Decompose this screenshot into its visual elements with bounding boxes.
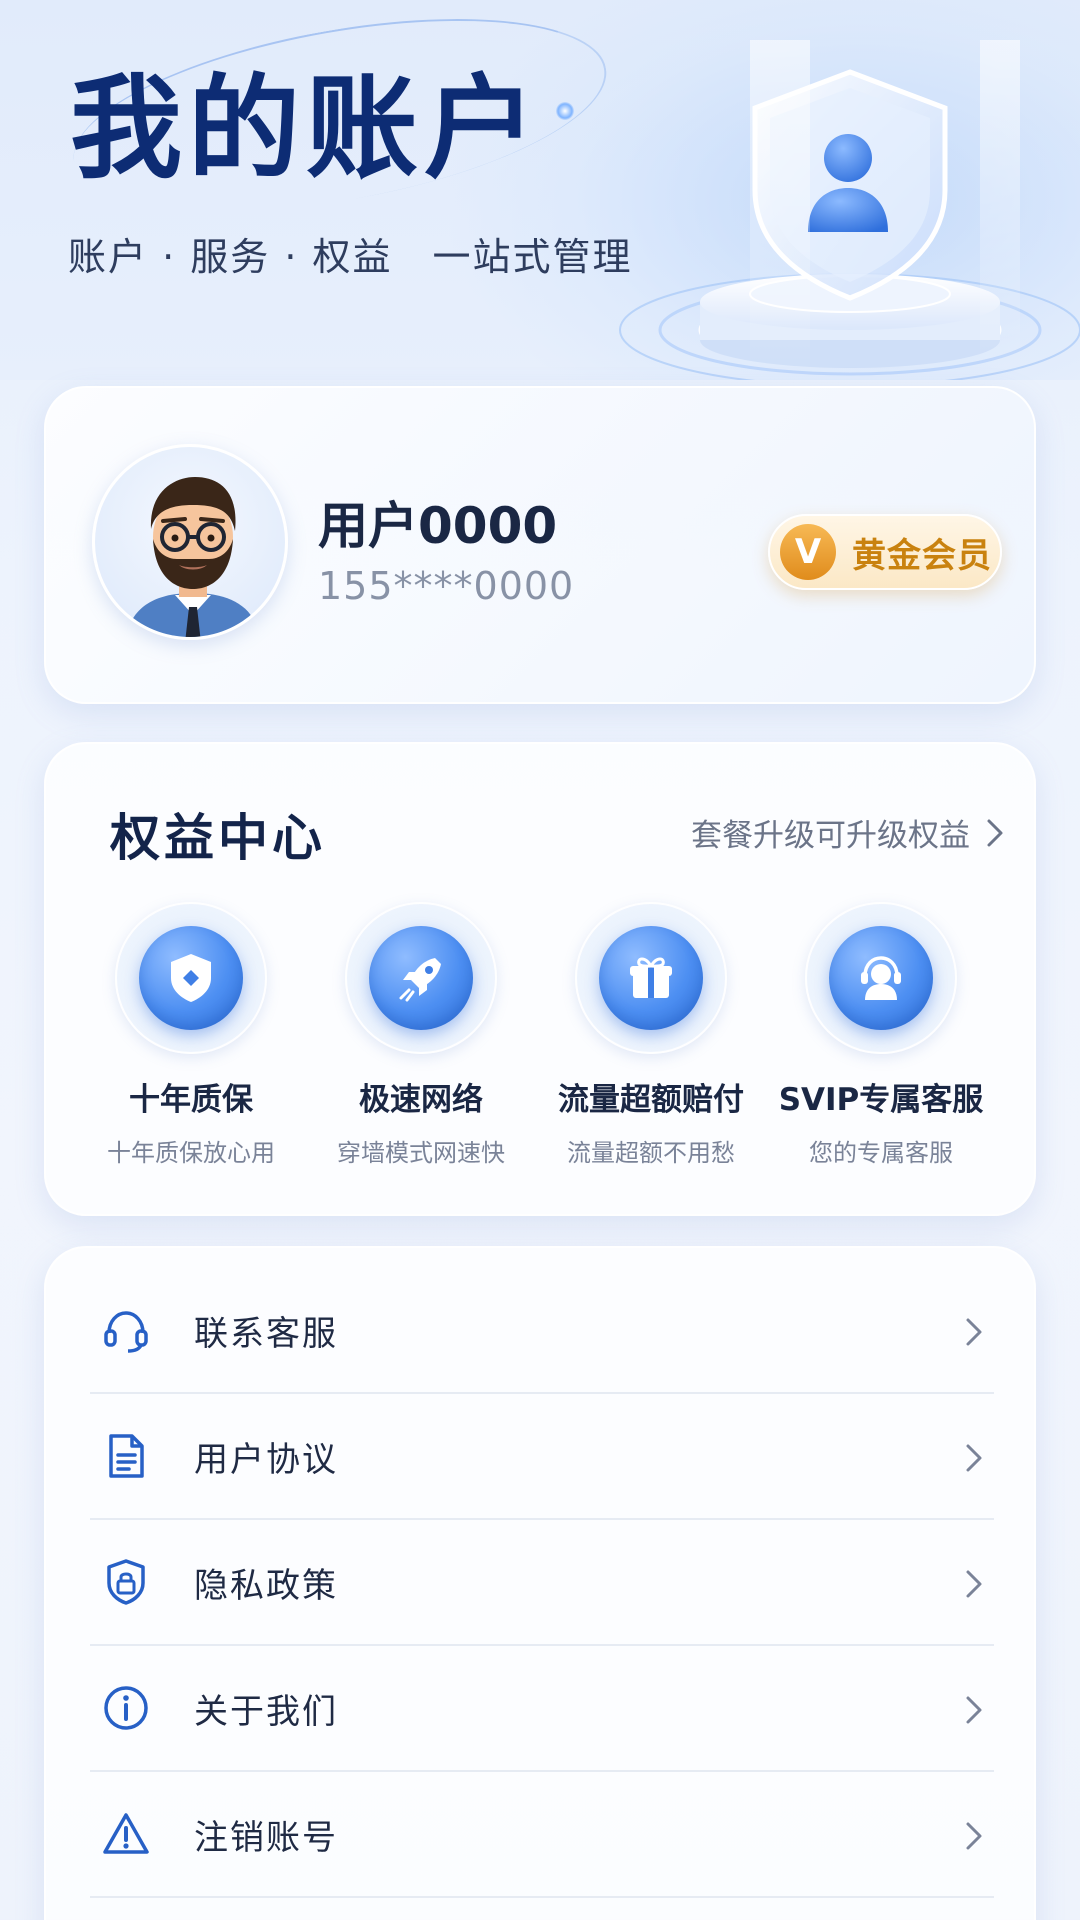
menu-item-user-agreement[interactable]: 用户协议 bbox=[90, 1394, 994, 1520]
benefit-desc: 十年质保放心用 bbox=[107, 1139, 275, 1167]
benefit-item-warranty[interactable]: 十年质保 十年质保放心用 bbox=[76, 902, 306, 1168]
benefit-item-data-compensation[interactable]: 流量超额赔付 流量超额不用愁 bbox=[536, 902, 766, 1168]
benefits-card: 权益中心 套餐升级可升级权益 十年质保 十年质保放心用 极速网络 穿墙模式网速快… bbox=[44, 742, 1036, 1216]
menu-item-contact-service[interactable]: 联系客服 bbox=[90, 1268, 994, 1394]
benefits-title: 权益中心 bbox=[110, 809, 326, 867]
member-level-label: 黄金会员 bbox=[852, 535, 992, 576]
header-banner: 我的账户 账户 · 服务 · 权益 一站式管理 bbox=[0, 0, 1080, 380]
headset-icon bbox=[104, 1311, 148, 1353]
headset-agent-icon bbox=[861, 956, 901, 1000]
settings-menu-card: 联系客服 用户协议 隐私政策 关于我们 注销账号 bbox=[44, 1246, 1036, 1920]
user-name: 用户0000 bbox=[318, 497, 558, 555]
chevron-right-icon bbox=[966, 1318, 982, 1346]
chevron-right-icon bbox=[987, 819, 1003, 846]
benefit-desc: 穿墙模式网速快 bbox=[337, 1139, 505, 1167]
avatar-man-icon bbox=[126, 477, 260, 637]
benefit-item-svip-service[interactable]: SVIP专属客服 您的专属客服 bbox=[766, 902, 996, 1168]
menu-item-label: 关于我们 bbox=[194, 1691, 338, 1732]
benefit-title: 极速网络 bbox=[359, 1082, 483, 1118]
menu-item-delete-account[interactable]: 注销账号 bbox=[90, 1772, 994, 1898]
benefit-title: 流量超额赔付 bbox=[558, 1082, 744, 1118]
orbit-glow-dot bbox=[556, 102, 574, 120]
user-phone: 155****0000 bbox=[318, 564, 575, 608]
benefit-desc: 您的专属客服 bbox=[809, 1139, 953, 1167]
rocket-icon bbox=[399, 958, 441, 1002]
page-title: 我的账户 bbox=[70, 64, 542, 194]
chevron-right-icon bbox=[966, 1570, 982, 1598]
benefit-title: 十年质保 bbox=[129, 1082, 253, 1118]
upgrade-benefits-link[interactable]: 套餐升级可升级权益 bbox=[691, 810, 1004, 855]
page-subtitle: 账户 · 服务 · 权益 一站式管理 bbox=[68, 235, 633, 279]
member-badge[interactable]: V 黄金会员 bbox=[768, 514, 1002, 590]
warning-icon bbox=[103, 1813, 149, 1854]
shield-illustration bbox=[600, 40, 1080, 380]
avatar[interactable] bbox=[92, 444, 288, 640]
benefit-desc: 流量超额不用愁 bbox=[567, 1139, 735, 1167]
chevron-right-icon bbox=[966, 1696, 982, 1724]
info-icon bbox=[104, 1686, 148, 1730]
benefit-item-fast-network[interactable]: 极速网络 穿墙模式网速快 bbox=[306, 902, 536, 1168]
menu-item-label: 用户协议 bbox=[194, 1439, 338, 1480]
upgrade-benefits-label: 套餐升级可升级权益 bbox=[691, 818, 970, 854]
menu-item-label: 注销账号 bbox=[194, 1817, 338, 1858]
profile-card[interactable]: 用户0000 155****0000 V 黄金会员 bbox=[44, 386, 1036, 704]
menu-item-privacy-policy[interactable]: 隐私政策 bbox=[90, 1520, 994, 1646]
menu-item-label: 联系客服 bbox=[194, 1313, 338, 1354]
chevron-right-icon bbox=[966, 1444, 982, 1472]
lock-shield-icon bbox=[107, 1559, 145, 1605]
vip-v-icon: V bbox=[780, 524, 836, 580]
shield-icon bbox=[171, 954, 211, 1002]
gift-icon bbox=[630, 957, 672, 998]
document-icon bbox=[109, 1434, 144, 1478]
menu-item-label: 隐私政策 bbox=[194, 1565, 338, 1606]
benefit-title: SVIP专属客服 bbox=[778, 1082, 984, 1118]
chevron-right-icon bbox=[966, 1822, 982, 1850]
menu-item-about-us[interactable]: 关于我们 bbox=[90, 1646, 994, 1772]
